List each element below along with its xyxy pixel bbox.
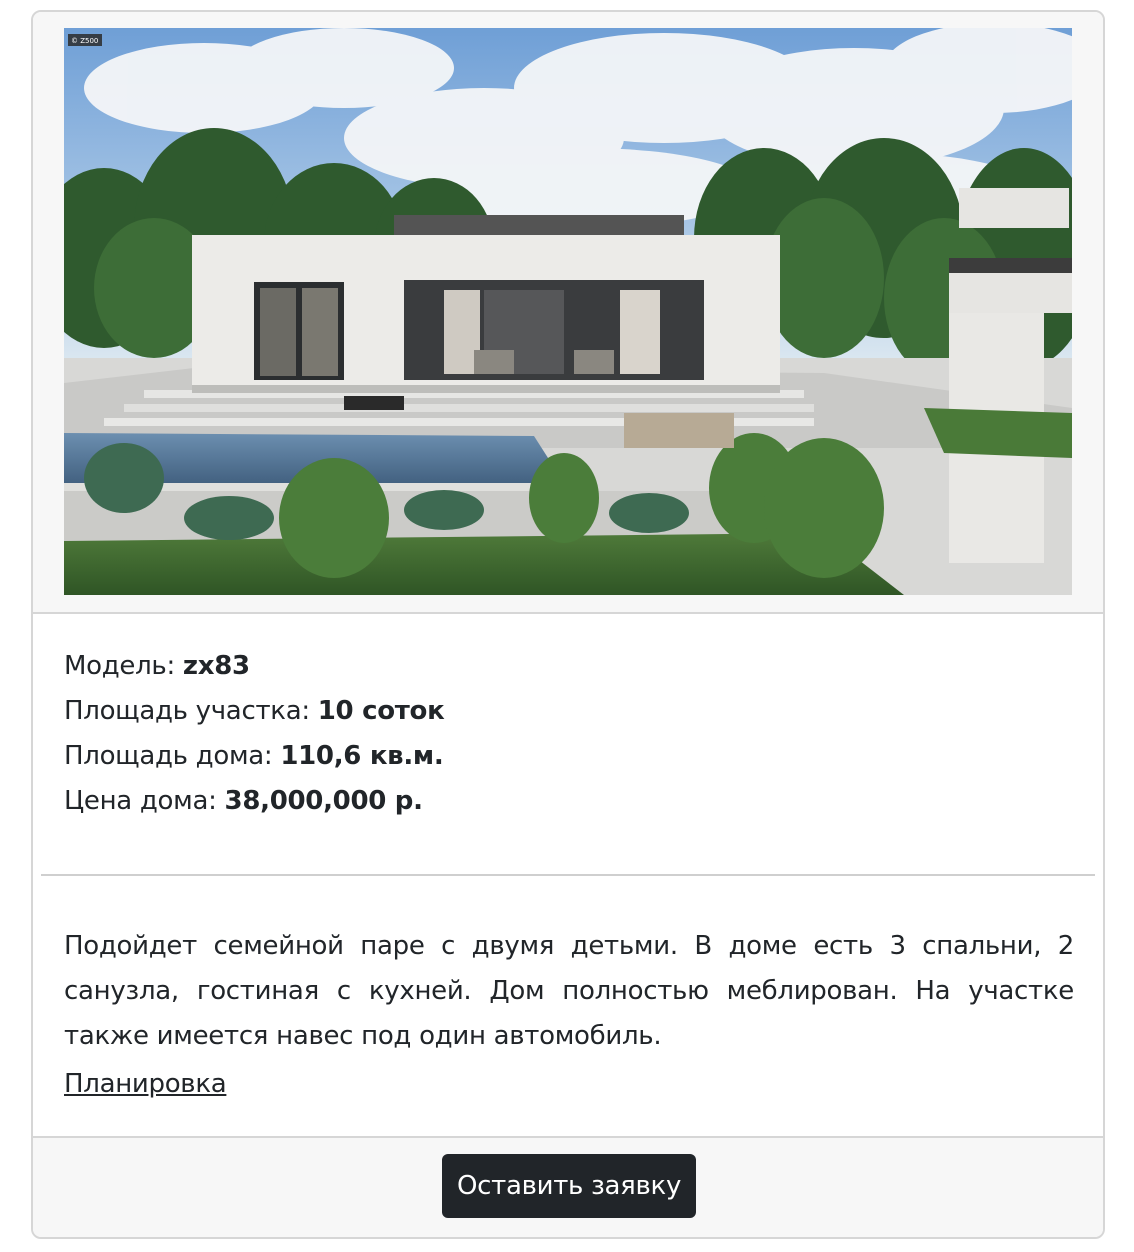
image-container: © Z500 bbox=[33, 12, 1103, 614]
submit-request-button[interactable]: Оставить заявку bbox=[442, 1154, 696, 1218]
divider bbox=[41, 874, 1095, 876]
spec-label: Модель: bbox=[64, 651, 183, 681]
house-card: © Z500 Модель: zx83 Площадь участка: 10 … bbox=[31, 10, 1105, 1239]
floor-plan-link[interactable]: Планировка bbox=[64, 1062, 227, 1107]
spec-label: Площадь участка: bbox=[64, 696, 318, 726]
card-footer: Оставить заявку bbox=[33, 1136, 1103, 1237]
spec-plot-area: Площадь участка: 10 соток bbox=[64, 689, 1074, 734]
spec-model: Модель: zx83 bbox=[64, 644, 1074, 689]
spec-value: 10 соток bbox=[317, 696, 445, 726]
specs-block: Модель: zx83 Площадь участка: 10 соток П… bbox=[64, 644, 1074, 824]
spec-price: Цена дома: 38,000,000 р. bbox=[64, 779, 1074, 824]
description-text: Подойдет семейной паре с двумя детьми. В… bbox=[64, 931, 1074, 1051]
watermark-text: © Z500 bbox=[71, 37, 98, 45]
spec-label: Площадь дома: bbox=[64, 741, 281, 771]
spec-value: 38,000,000 р. bbox=[224, 786, 423, 816]
spec-label: Цена дома: bbox=[64, 786, 225, 816]
spec-house-area: Площадь дома: 110,6 кв.м. bbox=[64, 734, 1074, 779]
spec-value: 110,6 кв.м. bbox=[280, 741, 444, 771]
house-render-image: © Z500 bbox=[64, 28, 1072, 595]
spec-value: zx83 bbox=[182, 651, 250, 681]
